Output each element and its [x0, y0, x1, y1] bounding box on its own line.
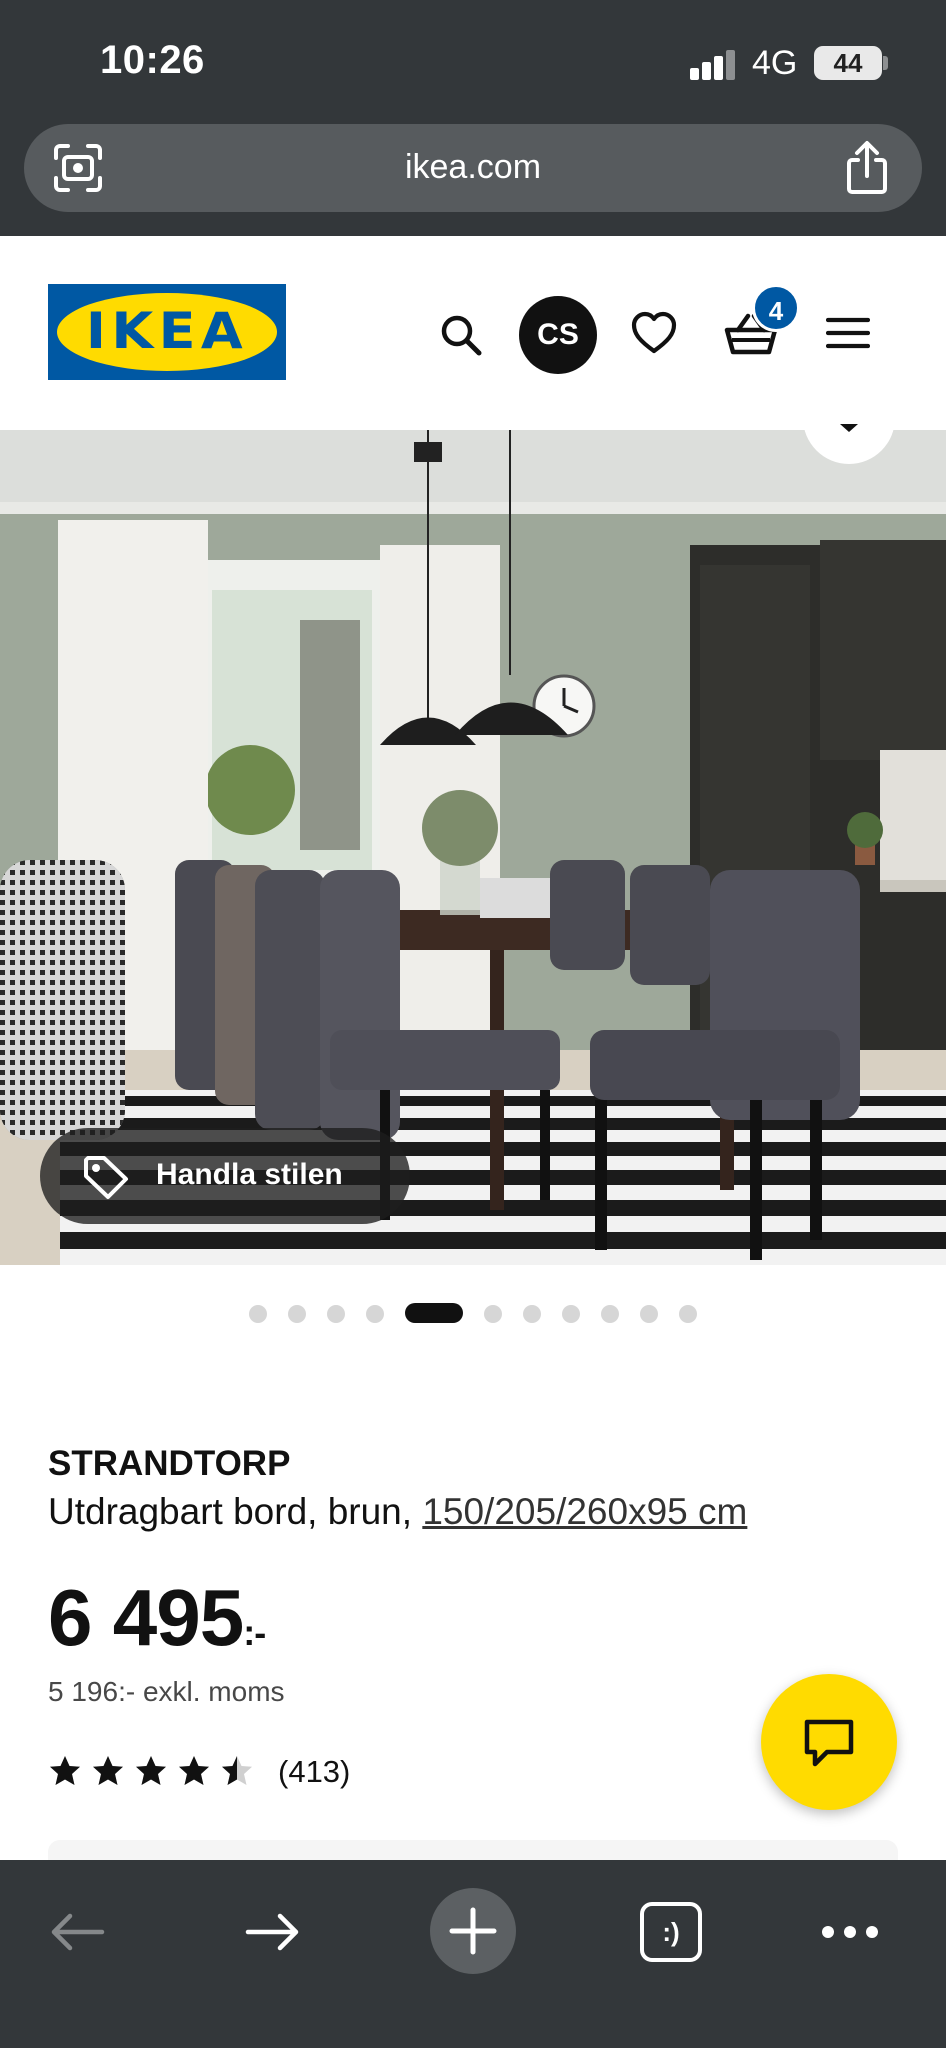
shop-the-look-label: Handla stilen	[156, 1158, 343, 1191]
status-bar: 10:26 4G 44	[0, 0, 946, 118]
url-field[interactable]: ikea.com	[24, 124, 922, 212]
review-count[interactable]: (413)	[278, 1754, 350, 1790]
star-icon	[179, 1756, 209, 1785]
star-icon	[93, 1756, 123, 1785]
carousel-dot[interactable]	[601, 1305, 619, 1323]
carousel-dot[interactable]	[484, 1305, 502, 1323]
battery-tip	[883, 56, 888, 70]
heart-icon[interactable]	[630, 310, 678, 356]
carousel-dot-active[interactable]	[405, 1303, 463, 1323]
signal-icon	[690, 48, 738, 80]
logo-text: IKEA	[85, 302, 249, 360]
price-value: 6 495	[48, 1573, 244, 1662]
battery-icon: 44	[814, 46, 882, 80]
cart-count-badge: 4	[752, 284, 800, 332]
carousel-dot[interactable]	[679, 1305, 697, 1323]
carousel-dot[interactable]	[249, 1305, 267, 1323]
url-text: ikea.com	[404, 148, 542, 186]
more-icon[interactable]	[820, 1922, 880, 1942]
star-icon	[50, 1756, 80, 1785]
carousel-dot[interactable]	[523, 1305, 541, 1323]
browser-address-bar: ikea.com	[0, 118, 946, 236]
tag-icon	[84, 1156, 128, 1199]
search-icon[interactable]	[438, 312, 484, 358]
star-icon	[136, 1756, 166, 1785]
menu-icon[interactable]	[826, 314, 870, 352]
carousel-dot[interactable]	[640, 1305, 658, 1323]
carousel-dot[interactable]	[366, 1305, 384, 1323]
star-icon	[222, 1756, 252, 1785]
share-icon[interactable]	[840, 140, 894, 196]
forward-icon[interactable]	[244, 1912, 302, 1952]
product-name: STRANDTORP	[48, 1444, 291, 1483]
shop-the-look-button[interactable]: Handla stilen	[40, 1128, 410, 1224]
chat-icon	[804, 1719, 854, 1767]
network-type: 4G	[752, 44, 798, 82]
page: 10:26 4G 44 ikea.com IKEA CS 4 Handla st…	[0, 0, 946, 2048]
new-tab-button[interactable]	[430, 1888, 516, 1974]
chat-button[interactable]	[761, 1674, 897, 1810]
plus-icon	[449, 1907, 497, 1955]
product-description: Utdragbart bord, brun, 150/205/260x95 cm	[48, 1491, 747, 1533]
price-suffix: :-	[243, 1612, 266, 1653]
carousel-dots	[0, 1303, 946, 1325]
product-type: Utdragbart bord, brun,	[48, 1491, 423, 1532]
carousel-dot[interactable]	[327, 1305, 345, 1323]
status-time: 10:26	[100, 38, 205, 82]
product-dimensions-link[interactable]: 150/205/260x95 cm	[422, 1491, 747, 1532]
tabs-button[interactable]: :)	[640, 1902, 702, 1962]
price-excl-vat: 5 196:- exkl. moms	[48, 1676, 285, 1707]
carousel-dot[interactable]	[562, 1305, 580, 1323]
ikea-logo[interactable]: IKEA	[48, 284, 286, 380]
back-icon[interactable]	[48, 1912, 106, 1952]
avatar[interactable]: CS	[519, 296, 597, 374]
scroll-down-button[interactable]	[803, 400, 895, 464]
browser-toolbar: :)	[0, 1860, 946, 2048]
carousel-dot[interactable]	[288, 1305, 306, 1323]
product-price: 6 495:-	[48, 1572, 266, 1664]
